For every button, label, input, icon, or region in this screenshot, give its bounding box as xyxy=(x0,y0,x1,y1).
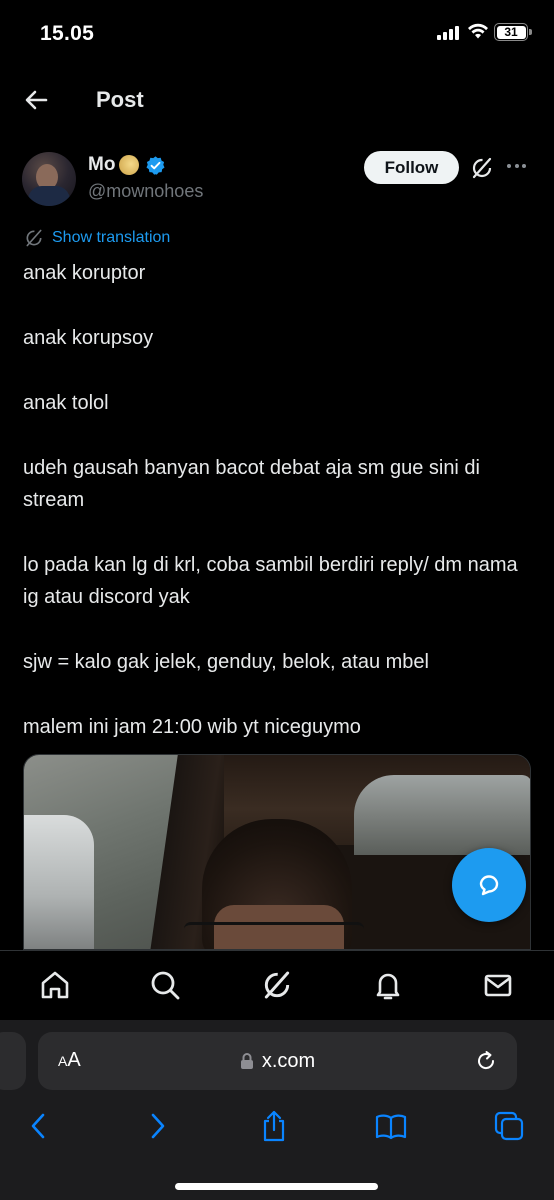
reply-fab-button[interactable] xyxy=(452,848,526,922)
post-line: malem ini jam 21:00 wib yt niceguymo xyxy=(23,716,361,738)
share-icon xyxy=(263,1110,285,1142)
bell-icon xyxy=(376,973,400,1000)
battery-nub xyxy=(529,29,532,35)
nav-search[interactable] xyxy=(147,967,183,1003)
media-parked-car xyxy=(24,815,94,949)
show-translation-label: Show translation xyxy=(52,229,171,246)
author-display-name[interactable]: Mo xyxy=(88,154,166,176)
address-bar[interactable]: AA x.com xyxy=(38,1032,517,1090)
mail-icon xyxy=(484,974,512,997)
show-translation[interactable]: Show translation xyxy=(24,228,170,248)
wifi-icon xyxy=(468,23,488,39)
post-line: udeh gausah banyan bacot debat aja sm gu… xyxy=(23,457,481,511)
url-text: x.com xyxy=(261,1049,316,1072)
tabs-button[interactable] xyxy=(489,1106,529,1146)
post-line: anak tolol xyxy=(23,392,109,414)
browser-forward-button[interactable] xyxy=(138,1106,178,1146)
media-rear-window xyxy=(354,775,530,855)
status-bar: 15.05 31 xyxy=(0,0,554,64)
share-button[interactable] xyxy=(254,1106,294,1146)
previous-tab-edge[interactable] xyxy=(0,1032,26,1090)
tabs-icon xyxy=(494,1111,524,1141)
grok-icon xyxy=(264,971,290,999)
page-title: Post xyxy=(96,87,144,112)
reply-icon xyxy=(479,875,499,896)
chevron-left-icon xyxy=(31,1113,45,1139)
status-time: 15.05 xyxy=(40,22,95,45)
follow-button[interactable]: Follow xyxy=(364,151,459,184)
lock-icon xyxy=(240,1053,253,1069)
safari-toolbar: AA x.com xyxy=(0,1020,554,1200)
post-author: Mo @mownohoes Follow xyxy=(0,150,554,210)
browser-back-button[interactable] xyxy=(18,1106,58,1146)
url-display[interactable]: x.com xyxy=(38,1032,517,1090)
post-text: anak koruptor anak korupsoy anak tolol u… xyxy=(23,257,533,743)
chevron-right-icon xyxy=(151,1113,165,1139)
post-line: sjw = kalo gak jelek, genduy, belok, ata… xyxy=(23,651,429,673)
post-line: lo pada kan lg di krl, coba sambil berdi… xyxy=(23,554,518,608)
post-line: anak korupsoy xyxy=(23,327,154,349)
bottom-nav xyxy=(0,950,554,1020)
author-handle[interactable]: @mownohoes xyxy=(88,181,203,202)
grok-icon[interactable] xyxy=(470,156,494,180)
media-person-glasses xyxy=(184,922,364,936)
grok-icon xyxy=(26,229,42,247)
avatar[interactable] xyxy=(22,152,76,206)
post-header: Post xyxy=(0,72,554,128)
post-line: anak koruptor xyxy=(23,262,146,284)
nav-home[interactable] xyxy=(37,967,73,1003)
avatar-shirt xyxy=(28,186,70,206)
home-indicator xyxy=(175,1183,378,1190)
arrow-left-icon[interactable] xyxy=(22,86,50,114)
nav-notifications[interactable] xyxy=(370,967,406,1003)
search-icon xyxy=(151,971,180,1000)
nav-messages[interactable] xyxy=(480,967,516,1003)
post-media-image[interactable] xyxy=(23,754,531,950)
moon-emoji-icon xyxy=(119,155,140,175)
more-icon[interactable] xyxy=(507,164,526,168)
battery-icon: 31 xyxy=(494,23,528,41)
author-name: Mo xyxy=(88,154,116,175)
bookmarks-button[interactable] xyxy=(371,1106,411,1146)
nav-grok[interactable] xyxy=(259,967,295,1003)
cellular-signal-icon xyxy=(437,26,459,40)
battery-level: 31 xyxy=(496,25,526,39)
book-icon xyxy=(375,1114,407,1140)
reload-icon[interactable] xyxy=(474,1049,498,1073)
home-icon xyxy=(41,971,69,999)
verified-badge-icon xyxy=(146,155,165,175)
